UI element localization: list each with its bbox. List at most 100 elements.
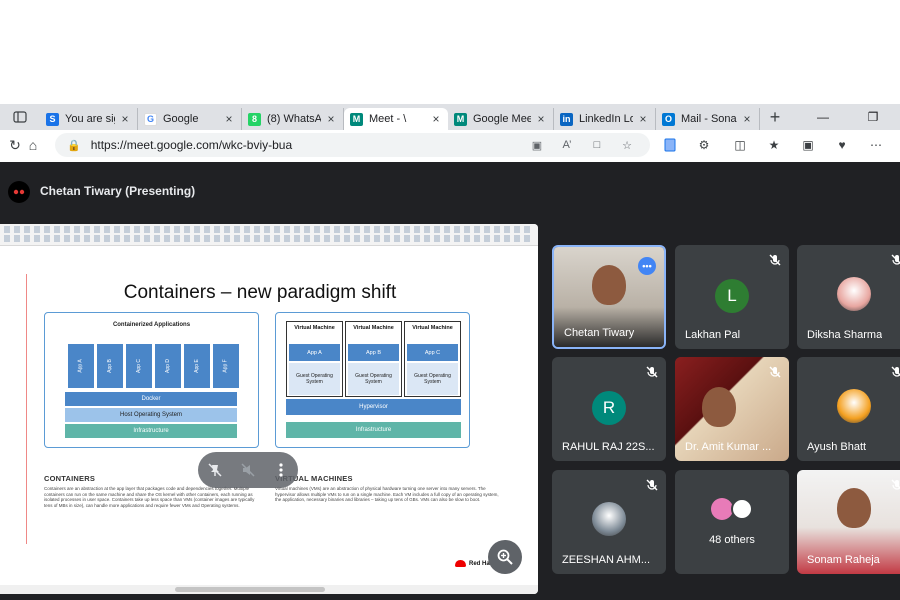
mute-audio-button[interactable] [236, 458, 260, 482]
participant-avatar: R [592, 391, 626, 425]
horizontal-scrollbar[interactable] [0, 585, 538, 594]
containers-heading: CONTAINERS [44, 474, 96, 483]
linkedin-icon: in [560, 112, 573, 126]
host-os-layer: Host Operating System [65, 408, 237, 422]
mic-off-icon [767, 364, 783, 380]
browser-toolbar: ↻ ⌂ 🔒 https://meet.google.com/wkc-bviy-b… [0, 130, 900, 160]
tab-meet[interactable]: M Meet - \ × [344, 108, 448, 130]
minimize-button[interactable]: — [808, 104, 838, 130]
vm-diagram: Virtual Machine App A Guest Operating Syst… [275, 312, 470, 448]
bookmark-icon[interactable] [662, 137, 678, 153]
zoom-button[interactable] [488, 540, 522, 574]
close-tab-icon[interactable]: × [325, 112, 337, 126]
pin-off-icon [208, 463, 222, 477]
tab-strip: S You are signe × G Google × 8 (8) WhatsApp × M Me… [0, 104, 900, 130]
address-bar[interactable]: 🔒 https://meet.google.com/wkc-bviy-bua ▣… [55, 133, 650, 157]
others-avatar [731, 498, 753, 520]
hd-icon[interactable]: □ [589, 137, 605, 153]
menu-icon[interactable]: ⋯ [868, 137, 884, 153]
participant-name: Sonam Raheja [807, 554, 880, 566]
vm-column: Virtual Machine App A Guest Operating Syst… [286, 321, 343, 397]
close-tab-icon[interactable]: × [741, 112, 753, 126]
tab-title: Google Meet [473, 113, 531, 125]
more-options-icon[interactable]: ••• [638, 257, 656, 275]
participant-avatar [592, 502, 626, 536]
new-tab-button[interactable]: + [760, 107, 790, 128]
tab-title: Google [163, 113, 199, 125]
vm-title: Virtual Machine [353, 325, 394, 331]
infrastructure-layer: Infrastructure [65, 424, 237, 438]
participant-name: ZEESHAN AHM... [562, 554, 651, 566]
participant-tile[interactable]: L Lakhan Pal [675, 245, 789, 349]
pin-off-button[interactable] [203, 458, 227, 482]
vm-title: Virtual Machine [294, 325, 335, 331]
containers-description: Containers are an abstraction at the app… [44, 486, 255, 508]
tab-whatsapp[interactable]: 8 (8) WhatsApp × [242, 108, 344, 130]
mic-off-icon [889, 477, 900, 493]
container-app-box: App B [96, 343, 124, 389]
tab-title: Meet - \ [369, 113, 407, 125]
close-tab-icon[interactable]: × [637, 112, 649, 126]
close-tab-icon[interactable]: × [119, 112, 131, 126]
participant-tile[interactable]: ZEESHAN AHM... [552, 470, 666, 574]
vm-app: App B [348, 344, 399, 361]
participant-name: Ayush Bhatt [807, 441, 867, 453]
split-screen-icon[interactable]: ◫ [732, 137, 748, 153]
presenter-avatar [8, 181, 30, 203]
presentation-slide: Containers – new paradigm shift Containe… [0, 224, 538, 594]
containerized-title: Containerized Applications [112, 322, 191, 328]
tab-outlook[interactable]: O Mail - Sonam × [656, 108, 760, 130]
tab-google[interactable]: G Google × [138, 108, 242, 130]
participant-avatar: L [715, 279, 749, 313]
close-tab-icon[interactable]: × [223, 112, 235, 126]
participant-tile[interactable]: R RAHUL RAJ 22S... [552, 357, 666, 461]
meet-icon: M [454, 112, 467, 126]
redhat-logo: Red Hat [455, 560, 492, 567]
vm-column: Virtual Machine App C Guest Operating Syst… [404, 321, 461, 397]
tab-linkedin[interactable]: in LinkedIn Log × [554, 108, 656, 130]
s-icon: S [46, 112, 59, 126]
meet-area: Chetan Tiwary (Presenting) Containers – … [0, 162, 900, 600]
container-app-label: App E [194, 359, 200, 373]
vm-app: App C [407, 344, 458, 361]
participant-tile[interactable]: Dr. Amit Kumar ... [675, 357, 789, 461]
mic-off-icon [644, 477, 660, 493]
container-app-label: App D [165, 359, 171, 373]
tab-title: (8) WhatsApp [267, 113, 321, 125]
tab-title: You are signe [65, 113, 115, 125]
participant-name: RAHUL RAJ 22S... [562, 441, 655, 453]
browser-essentials-icon[interactable]: ♥ [834, 137, 850, 153]
vm-title: Virtual Machine [412, 325, 453, 331]
participant-name: Lakhan Pal [685, 329, 741, 341]
container-app-box: App D [154, 343, 182, 389]
zoom-in-icon [497, 549, 513, 565]
tab-s[interactable]: S You are signe × [40, 108, 138, 130]
collections-icon[interactable]: ▣ [800, 137, 816, 153]
guest-os: Guest Operating System [407, 363, 458, 395]
participant-tile[interactable]: Ayush Bhatt [797, 357, 900, 461]
read-aloud-icon[interactable]: A’ [559, 137, 575, 153]
participant-tile[interactable]: 48 others [675, 470, 789, 574]
camera-icon[interactable]: ▣ [529, 137, 545, 153]
favorites-icon[interactable]: ★ [766, 137, 782, 153]
tab-meet[interactable]: M Google Meet × [448, 108, 554, 130]
url-text: https://meet.google.com/wkc-bviy-bua [90, 138, 293, 152]
close-tab-icon[interactable]: × [430, 112, 442, 126]
container-app-box: App E [183, 343, 211, 389]
container-app-label: App C [136, 359, 142, 373]
restore-button[interactable]: ❐ [858, 104, 888, 130]
mic-off-icon [767, 252, 783, 268]
participant-tile[interactable]: Diksha Sharma [797, 245, 900, 349]
tab-actions-icon [13, 111, 27, 123]
favorite-star-icon[interactable]: ☆ [619, 137, 635, 153]
tab-actions-button[interactable] [0, 104, 40, 130]
participant-tile[interactable]: ••• Chetan Tiwary [552, 245, 666, 349]
participant-tile[interactable]: Sonam Raheja [797, 470, 900, 574]
extensions-icon[interactable]: ⚙ [696, 137, 712, 153]
home-button[interactable]: ⌂ [18, 130, 48, 160]
more-options-button[interactable] [269, 458, 293, 482]
close-tab-icon[interactable]: × [535, 112, 547, 126]
video-person [592, 265, 626, 305]
vm-column: Virtual Machine App B Guest Operating Syst… [345, 321, 402, 397]
slide-margin-line [26, 274, 27, 544]
